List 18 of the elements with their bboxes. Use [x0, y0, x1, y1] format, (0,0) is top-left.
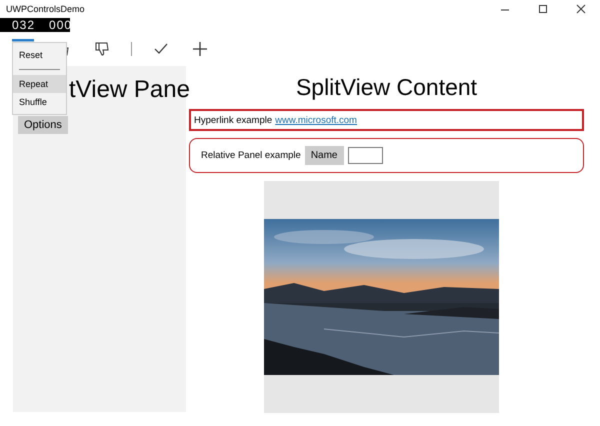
counter-digits: 000 [49, 18, 72, 32]
relative-panel-label: Relative Panel example [201, 150, 301, 161]
hyperlink-label: Hyperlink example [194, 114, 272, 126]
menu-icon[interactable] [12, 39, 34, 42]
menu-item[interactable]: Repeat [13, 75, 66, 93]
add-icon[interactable] [192, 41, 208, 57]
name-field[interactable] [348, 147, 382, 164]
thumbs-down-icon[interactable] [94, 41, 110, 57]
content-title: SplitView Content [294, 74, 478, 101]
menu-item[interactable]: Shuffle [13, 93, 66, 111]
options-button[interactable]: Options [18, 116, 68, 134]
name-button[interactable]: Name [304, 146, 344, 165]
window-title: UWPControlsDemo [5, 4, 86, 14]
hyperlink[interactable]: www.microsoft.com [275, 114, 357, 126]
counter-digits: 032 [12, 18, 36, 32]
menu-item[interactable]: Reset [13, 46, 66, 64]
close-icon[interactable] [576, 4, 586, 14]
maximize-icon[interactable] [538, 4, 548, 14]
